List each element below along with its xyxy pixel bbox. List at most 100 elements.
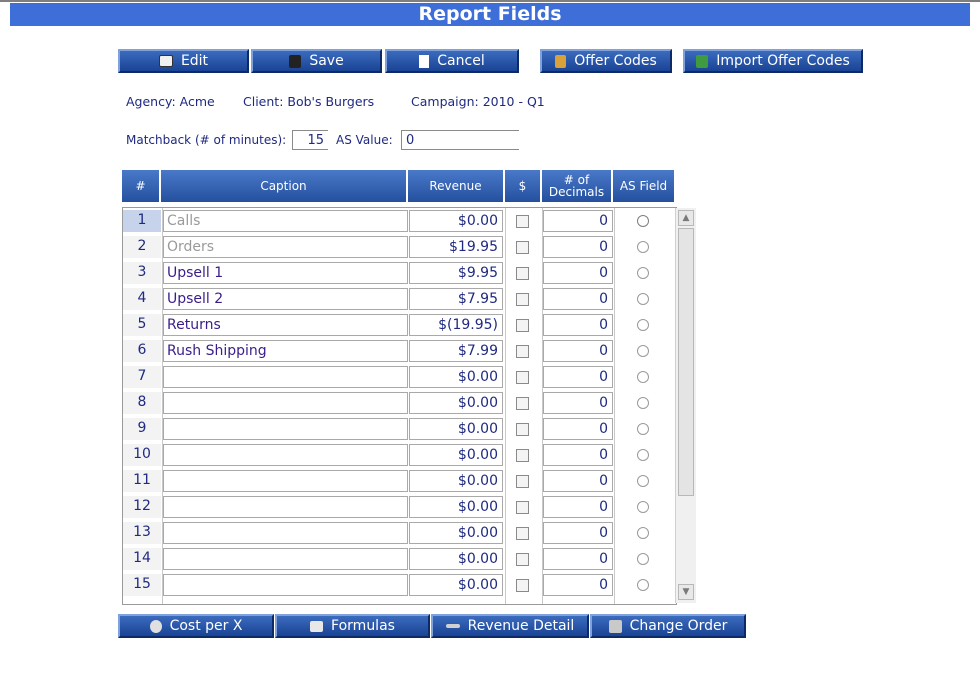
as-field-radio[interactable]: [637, 241, 649, 253]
decimals-field[interactable]: 0: [543, 366, 613, 388]
decimals-field[interactable]: 0: [543, 262, 613, 284]
revenue-field[interactable]: $0.00: [409, 392, 503, 414]
decimals-field[interactable]: 0: [543, 392, 613, 414]
caption-field[interactable]: Upsell 2: [163, 288, 408, 310]
decimals-field[interactable]: 0: [543, 314, 613, 336]
dollar-checkbox[interactable]: [516, 553, 529, 566]
dollar-checkbox[interactable]: [516, 579, 529, 592]
edit-button[interactable]: Edit: [118, 49, 249, 73]
table-row[interactable]: 3 Upsell 1 $9.95 0: [123, 260, 676, 286]
decimals-field[interactable]: 0: [543, 210, 613, 232]
caption-field[interactable]: [163, 366, 408, 388]
formulas-button[interactable]: Formulas: [275, 614, 430, 638]
revenue-field[interactable]: $0.00: [409, 548, 503, 570]
caption-field[interactable]: Returns: [163, 314, 408, 336]
as-field-radio[interactable]: [637, 527, 649, 539]
offer-codes-button[interactable]: Offer Codes: [540, 49, 672, 73]
revenue-field[interactable]: $9.95: [409, 262, 503, 284]
revenue-field[interactable]: $0.00: [409, 418, 503, 440]
as-field-radio[interactable]: [637, 319, 649, 331]
table-row[interactable]: 14 $0.00 0: [123, 546, 676, 572]
caption-field[interactable]: [163, 496, 408, 518]
as-field-radio[interactable]: [637, 397, 649, 409]
decimals-field[interactable]: 0: [543, 418, 613, 440]
dollar-checkbox[interactable]: [516, 423, 529, 436]
caption-field[interactable]: [163, 470, 408, 492]
table-row[interactable]: 7 $0.00 0: [123, 364, 676, 390]
table-row[interactable]: 13 $0.00 0: [123, 520, 676, 546]
dollar-checkbox[interactable]: [516, 449, 529, 462]
matchback-input[interactable]: 15: [292, 130, 328, 150]
dollar-checkbox[interactable]: [516, 527, 529, 540]
revenue-field[interactable]: $0.00: [409, 444, 503, 466]
table-row[interactable]: 8 $0.00 0: [123, 390, 676, 416]
dollar-checkbox[interactable]: [516, 293, 529, 306]
as-field-radio[interactable]: [637, 293, 649, 305]
table-row[interactable]: 6 Rush Shipping $7.99 0: [123, 338, 676, 364]
dollar-checkbox[interactable]: [516, 241, 529, 254]
caption-field[interactable]: Calls: [163, 210, 408, 232]
as-field-radio[interactable]: [637, 371, 649, 383]
caption-field[interactable]: [163, 392, 408, 414]
decimals-field[interactable]: 0: [543, 548, 613, 570]
grid-scrollbar[interactable]: ▲ ▼: [675, 208, 696, 603]
scroll-up-arrow-icon[interactable]: ▲: [678, 210, 694, 226]
as-field-radio[interactable]: [637, 215, 649, 227]
revenue-field[interactable]: $0.00: [409, 470, 503, 492]
table-row[interactable]: 15 $0.00 0: [123, 572, 676, 598]
as-field-radio[interactable]: [637, 423, 649, 435]
decimals-field[interactable]: 0: [543, 522, 613, 544]
dollar-checkbox[interactable]: [516, 319, 529, 332]
dollar-checkbox[interactable]: [516, 267, 529, 280]
as-field-radio[interactable]: [637, 345, 649, 357]
as-field-radio[interactable]: [637, 553, 649, 565]
as-field-radio[interactable]: [637, 449, 649, 461]
as-value-input[interactable]: 0: [401, 130, 519, 150]
as-field-radio[interactable]: [637, 475, 649, 487]
table-row[interactable]: 2 Orders $19.95 0: [123, 234, 676, 260]
decimals-field[interactable]: 0: [543, 444, 613, 466]
decimals-field[interactable]: 0: [543, 496, 613, 518]
revenue-field[interactable]: $7.99: [409, 340, 503, 362]
save-button[interactable]: Save: [251, 49, 382, 73]
table-row[interactable]: 9 $0.00 0: [123, 416, 676, 442]
decimals-field[interactable]: 0: [543, 340, 613, 362]
caption-field[interactable]: [163, 522, 408, 544]
table-row[interactable]: 10 $0.00 0: [123, 442, 676, 468]
scroll-down-arrow-icon[interactable]: ▼: [678, 584, 694, 600]
cancel-button[interactable]: Cancel: [385, 49, 519, 73]
table-row[interactable]: 12 $0.00 0: [123, 494, 676, 520]
revenue-field[interactable]: $0.00: [409, 522, 503, 544]
decimals-field[interactable]: 0: [543, 236, 613, 258]
revenue-field[interactable]: $(19.95): [409, 314, 503, 336]
revenue-field[interactable]: $0.00: [409, 210, 503, 232]
caption-field[interactable]: [163, 444, 408, 466]
caption-field[interactable]: [163, 418, 408, 440]
table-row[interactable]: 4 Upsell 2 $7.95 0: [123, 286, 676, 312]
decimals-field[interactable]: 0: [543, 288, 613, 310]
caption-field[interactable]: [163, 574, 408, 596]
dollar-checkbox[interactable]: [516, 345, 529, 358]
as-field-radio[interactable]: [637, 501, 649, 513]
revenue-field[interactable]: $0.00: [409, 574, 503, 596]
decimals-field[interactable]: 0: [543, 470, 613, 492]
caption-field[interactable]: Orders: [163, 236, 408, 258]
caption-field[interactable]: [163, 548, 408, 570]
scroll-thumb[interactable]: [678, 228, 694, 496]
revenue-detail-button[interactable]: Revenue Detail: [431, 614, 589, 638]
dollar-checkbox[interactable]: [516, 501, 529, 514]
as-field-radio[interactable]: [637, 579, 649, 591]
decimals-field[interactable]: 0: [543, 574, 613, 596]
as-field-radio[interactable]: [637, 267, 649, 279]
revenue-field[interactable]: $0.00: [409, 366, 503, 388]
table-row[interactable]: 11 $0.00 0: [123, 468, 676, 494]
revenue-field[interactable]: $19.95: [409, 236, 503, 258]
dollar-checkbox[interactable]: [516, 215, 529, 228]
caption-field[interactable]: Upsell 1: [163, 262, 408, 284]
cost-per-x-button[interactable]: Cost per X: [118, 614, 274, 638]
change-order-button[interactable]: Change Order: [590, 614, 746, 638]
dollar-checkbox[interactable]: [516, 475, 529, 488]
revenue-field[interactable]: $7.95: [409, 288, 503, 310]
dollar-checkbox[interactable]: [516, 371, 529, 384]
revenue-field[interactable]: $0.00: [409, 496, 503, 518]
